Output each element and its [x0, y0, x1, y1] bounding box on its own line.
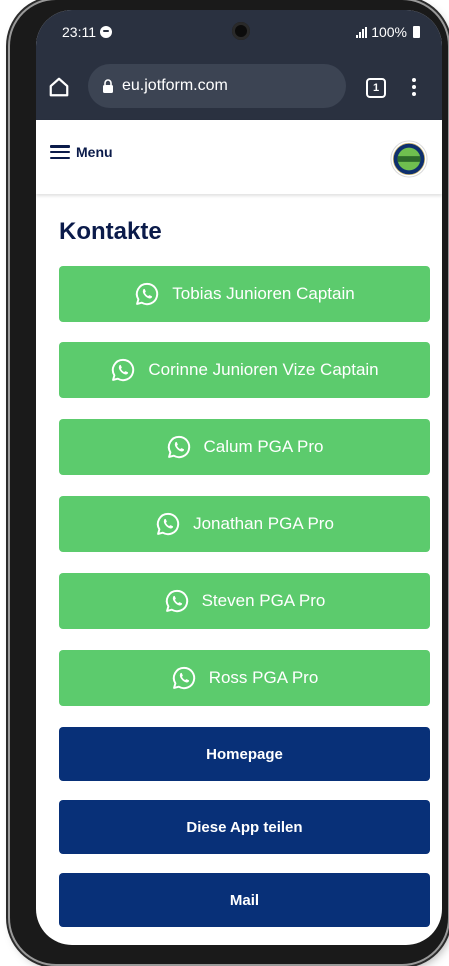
golf-club-logo-icon[interactable] — [390, 140, 428, 178]
contact-button-ross[interactable]: Ross PGA Pro — [59, 650, 430, 706]
whatsapp-icon — [156, 512, 180, 536]
whatsapp-icon — [112, 358, 135, 382]
status-indicators: 100% — [356, 24, 420, 40]
battery-icon — [413, 26, 420, 38]
more-options-icon[interactable] — [408, 76, 420, 98]
contact-label: Corinne Junioren Vize Captain — [148, 360, 379, 379]
page-title: Kontakte — [59, 218, 162, 245]
contact-label: Ross PGA Pro — [208, 668, 319, 687]
phone-frame: 23:11 100% eu.jotform.com 1 Menu Kontakt… — [10, 0, 448, 964]
hamburger-icon — [50, 145, 70, 159]
whatsapp-icon — [136, 282, 159, 306]
contact-label: Calum PGA Pro — [203, 437, 324, 456]
url-text: eu.jotform.com — [122, 77, 228, 94]
home-icon[interactable] — [48, 76, 70, 98]
lock-icon — [103, 79, 113, 93]
menu-button[interactable]: Menu — [50, 144, 113, 160]
whatsapp-icon — [172, 666, 195, 690]
browser-chrome: 23:11 100% eu.jotform.com 1 — [36, 10, 442, 120]
tabs-count-icon[interactable]: 1 — [366, 78, 386, 98]
page-header: Menu — [36, 120, 442, 194]
browser-toolbar: eu.jotform.com 1 — [36, 56, 442, 120]
address-bar[interactable]: eu.jotform.com — [88, 64, 346, 108]
status-time: 23:11 — [62, 24, 96, 40]
phone-screen: 23:11 100% eu.jotform.com 1 Menu Kontakt… — [36, 10, 442, 945]
contact-label: Jonathan PGA Pro — [193, 514, 334, 533]
share-app-button[interactable]: Diese App teilen — [59, 800, 430, 854]
contact-button-calum[interactable]: Calum PGA Pro — [59, 419, 430, 475]
contact-button-corinne[interactable]: Corinne Junioren Vize Captain — [59, 342, 430, 398]
battery-level: 100% — [371, 24, 407, 40]
status-bar: 23:11 100% — [36, 10, 442, 56]
front-camera-icon — [232, 22, 250, 40]
spotify-icon — [100, 26, 112, 38]
whatsapp-icon — [167, 435, 190, 459]
contact-button-steven[interactable]: Steven PGA Pro — [59, 573, 430, 629]
status-time-group: 23:11 — [62, 24, 112, 40]
contact-button-tobias[interactable]: Tobias Junioren Captain — [59, 266, 430, 322]
contact-label: Steven PGA Pro — [201, 591, 326, 610]
mail-button[interactable]: Mail — [59, 873, 430, 927]
contact-button-jonathan[interactable]: Jonathan PGA Pro — [59, 496, 430, 552]
signal-icon — [356, 26, 368, 38]
menu-label: Menu — [76, 144, 113, 160]
contact-label: Tobias Junioren Captain — [172, 284, 355, 303]
whatsapp-icon — [165, 589, 188, 613]
homepage-button[interactable]: Homepage — [59, 727, 430, 781]
